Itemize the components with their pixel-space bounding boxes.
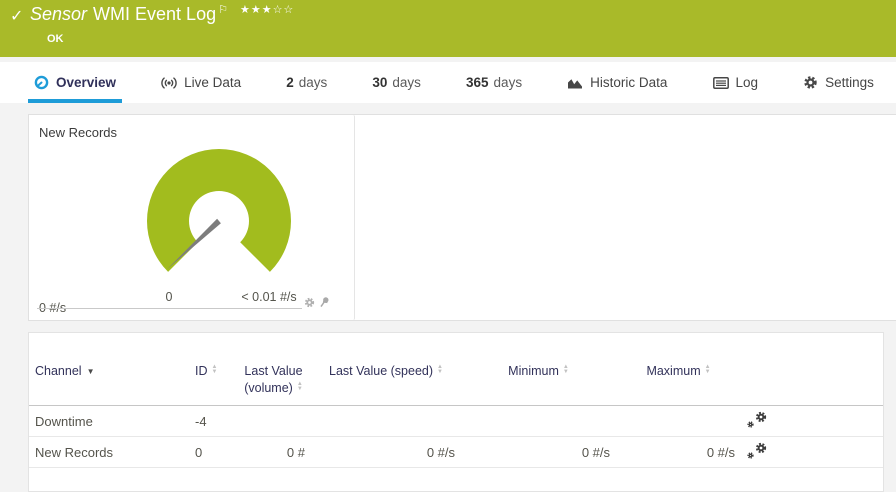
sort-icon: ▲ ▼ — [562, 364, 569, 375]
gauge-panel-title: New Records — [39, 125, 118, 140]
tab-overview[interactable]: Overview — [28, 62, 123, 103]
sensor-type-label: Sensor — [30, 4, 88, 24]
maximum-cell: 0 #/s — [706, 444, 735, 460]
channel-settings-icon[interactable] — [747, 411, 767, 428]
last-value-volume-cell — [236, 406, 311, 437]
gauge-icon — [34, 75, 49, 90]
check-icon: ✓ — [10, 8, 24, 25]
tab-day-count: 30 — [372, 75, 388, 90]
sort-icon: ▲ ▼ — [211, 364, 218, 375]
channel-actions-cell — [741, 437, 883, 468]
stars-empty: ☆☆ — [272, 4, 295, 16]
minimum-cell: 0 #/s — [581, 444, 610, 460]
last-value-speed-cell — [311, 406, 461, 437]
channel-id-cell: -4 — [195, 413, 207, 429]
tab-label: Live Data — [184, 75, 242, 90]
new-records-gauge: 0 < 0.01 #/s — [147, 148, 297, 304]
stars-filled: ★★★ — [239, 4, 273, 16]
sort-desc-icon: ▼ — [86, 367, 95, 376]
area-chart-icon — [567, 76, 583, 90]
tab-30-days[interactable]: 30 days — [366, 62, 427, 103]
tab-label: Historic Data — [590, 75, 668, 90]
tab-live-data[interactable]: Live Data — [155, 62, 247, 103]
channel-table: Channel ▼ ID ▲ ▼ Last Value (volume) ▲ ▼ Last… — [29, 359, 883, 468]
gauge-tools — [304, 296, 330, 308]
tab-365-days[interactable]: 365 days — [460, 62, 528, 103]
maximum-cell — [616, 406, 741, 437]
sensor-title: WMI Event Log — [93, 4, 217, 24]
channel-actions-cell — [741, 406, 883, 437]
page-title: Sensor WMI Event Log ⚐ ★★★☆☆ — [30, 4, 294, 25]
tab-historic-data[interactable]: Historic Data — [561, 62, 673, 103]
gauge-panel: 0 < 0.01 #/s New Records 0 #/s — [29, 115, 355, 320]
last-value-volume-cell: 0 # — [286, 444, 305, 460]
tab-label: Log — [735, 75, 759, 90]
tab-day-unit: days — [493, 75, 523, 90]
tab-day-count: 365 — [466, 75, 489, 90]
flag-icon[interactable]: ⚐ — [218, 4, 228, 16]
channel-name-cell[interactable]: New Records — [29, 437, 189, 468]
priority-stars[interactable]: ★★★☆☆ — [240, 4, 294, 16]
gauge-max-label: < 0.01 #/s — [241, 290, 296, 304]
tab-settings[interactable]: Settings — [797, 62, 880, 103]
sort-icon: ▲ ▼ — [296, 381, 303, 392]
table-row[interactable]: Downtime -4 — [29, 406, 883, 437]
channel-table-card: Channel ▼ ID ▲ ▼ Last Value (volume) ▲ ▼ Last… — [28, 332, 884, 492]
channel-settings-icon[interactable] — [747, 442, 767, 459]
tab-2-days[interactable]: 2 days — [280, 62, 333, 103]
log-icon — [712, 76, 729, 89]
column-header-channel[interactable]: Channel ▼ — [29, 359, 189, 406]
overview-panel-band: 0 < 0.01 #/s New Records 0 #/s — [28, 114, 896, 321]
sort-icon: ▲ ▼ — [704, 364, 711, 375]
column-header-actions — [741, 359, 883, 406]
tab-label: Overview — [56, 75, 117, 90]
active-tab-underline — [28, 99, 123, 103]
table-row[interactable]: New Records 0 0 # 0 #/s 0 #/s 0 #/s — [29, 437, 883, 468]
pin-icon[interactable] — [319, 296, 330, 308]
gauge-footer-divider — [37, 308, 302, 309]
gear-icon — [803, 75, 818, 90]
channel-name-cell[interactable]: Downtime — [29, 406, 189, 437]
tab-day-count: 2 — [286, 75, 294, 90]
tab-day-unit: days — [392, 75, 421, 90]
tab-label: Settings — [825, 75, 874, 90]
column-header-minimum[interactable]: Minimum ▲ ▼ — [461, 359, 616, 406]
channel-id-cell: 0 — [195, 444, 203, 460]
gauge-min-label: 0 — [166, 290, 173, 304]
tab-bar: Overview Live Data 2 days 30 days 365 da… — [0, 62, 896, 103]
gauge-arc — [147, 148, 291, 272]
sort-icon: ▲ ▼ — [437, 364, 443, 375]
broadcast-icon — [161, 75, 177, 91]
gear-icon[interactable] — [304, 297, 315, 308]
column-header-last-value-volume[interactable]: Last Value (volume) ▲ ▼ — [236, 359, 311, 406]
column-header-id[interactable]: ID ▲ ▼ — [189, 359, 236, 406]
tab-day-unit: days — [298, 75, 328, 90]
status-badge: OK — [47, 33, 64, 45]
table-header-row: Channel ▼ ID ▲ ▼ Last Value (volume) ▲ ▼ Last… — [29, 359, 883, 406]
tab-log[interactable]: Log — [707, 62, 765, 103]
column-header-maximum[interactable]: Maximum ▲ ▼ — [616, 359, 741, 406]
last-value-speed-cell: 0 #/s — [426, 444, 455, 460]
minimum-cell — [461, 406, 616, 437]
sensor-header: ✓ Sensor WMI Event Log ⚐ ★★★☆☆ OK — [0, 0, 896, 57]
column-header-last-value-speed[interactable]: Last Value (speed) ▲ ▼ — [311, 359, 461, 406]
